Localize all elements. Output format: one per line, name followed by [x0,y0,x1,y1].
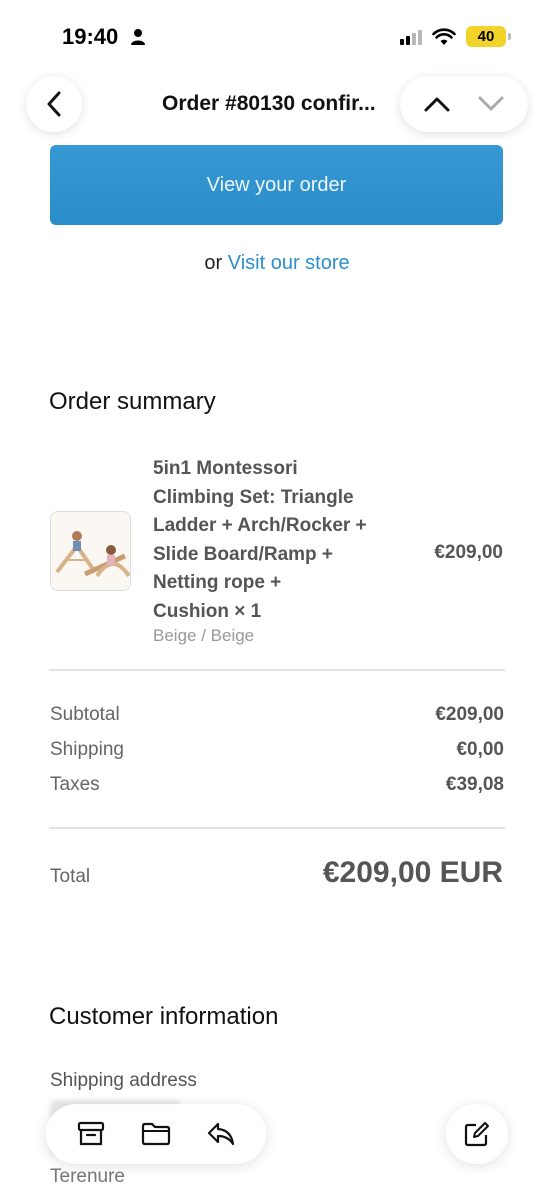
reply-button[interactable] [201,1114,241,1154]
product-name-line: Netting rope + [153,572,282,593]
subtotal-row: Subtotal €209,00 [50,704,504,726]
back-chevron-icon [47,91,61,117]
chevron-down-icon [478,96,504,111]
nav-header: Order #80130 confir... [0,76,554,138]
order-summary-title: Order summary [49,388,216,415]
battery-icon: 40 [466,26,511,47]
shipping-row: Shipping €0,00 [50,739,504,761]
or-text: or [204,252,223,274]
product-name-line: Ladder + Arch/Rocker + [153,515,367,536]
status-bar: 19:40 40 [0,0,554,76]
product-name-line: Climbing Set: Triangle [153,486,354,508]
message-navigation [400,76,528,132]
status-indicators: 40 [400,26,511,47]
compose-button[interactable] [446,1104,508,1164]
shipping-label: Shipping [50,739,124,760]
archive-button[interactable] [71,1114,111,1154]
move-to-folder-button[interactable] [136,1114,176,1154]
taxes-value: €39,08 [445,774,504,795]
previous-message-button[interactable] [417,84,457,124]
status-time: 19:40 [62,24,119,49]
chevron-up-icon [424,97,450,112]
product-name-line: Slide Board/Ramp + [153,543,334,565]
address-line: Terenure [50,1166,125,1187]
product-variant: Beige / Beige [153,626,255,645]
total-label: Total [50,866,91,887]
customer-information-title: Customer information [49,1003,279,1030]
view-order-button[interactable]: View your order [50,145,503,225]
mail-toolbar [46,1104,266,1164]
taxes-label: Taxes [50,774,100,795]
shipping-value: €0,00 [456,739,504,760]
product-name-line: Cushion × 1 [153,600,262,622]
reply-icon [208,1122,235,1146]
divider [49,669,505,671]
archive-icon [77,1121,104,1146]
product-name-line: 5in1 Montessori [153,458,298,479]
person-icon [131,29,145,45]
folder-icon [141,1122,171,1146]
compose-icon-wrap [457,1114,497,1154]
total-value: €209,00 EUR [322,856,503,889]
visit-store-link[interactable]: Visit our store [228,252,350,274]
signal-icon [400,29,422,45]
back-button[interactable] [26,76,82,132]
subtotal-label: Subtotal [50,704,120,725]
next-message-button[interactable] [471,84,511,124]
divider [49,827,505,829]
taxes-row: Taxes €39,08 [50,774,504,796]
battery-level: 40 [477,28,495,45]
subtotal-value: €209,00 [435,704,504,725]
wifi-icon [432,27,456,45]
product-name: 5in1 Montessori Climbing Set: Triangle L… [153,455,398,626]
shipping-address-label: Shipping address [50,1070,197,1091]
product-image [50,511,131,591]
compose-icon [464,1122,489,1147]
product-price: €209,00 [434,542,503,563]
visit-store-line: or Visit our store [0,252,554,275]
page-title: Order #80130 confir... [162,92,376,115]
